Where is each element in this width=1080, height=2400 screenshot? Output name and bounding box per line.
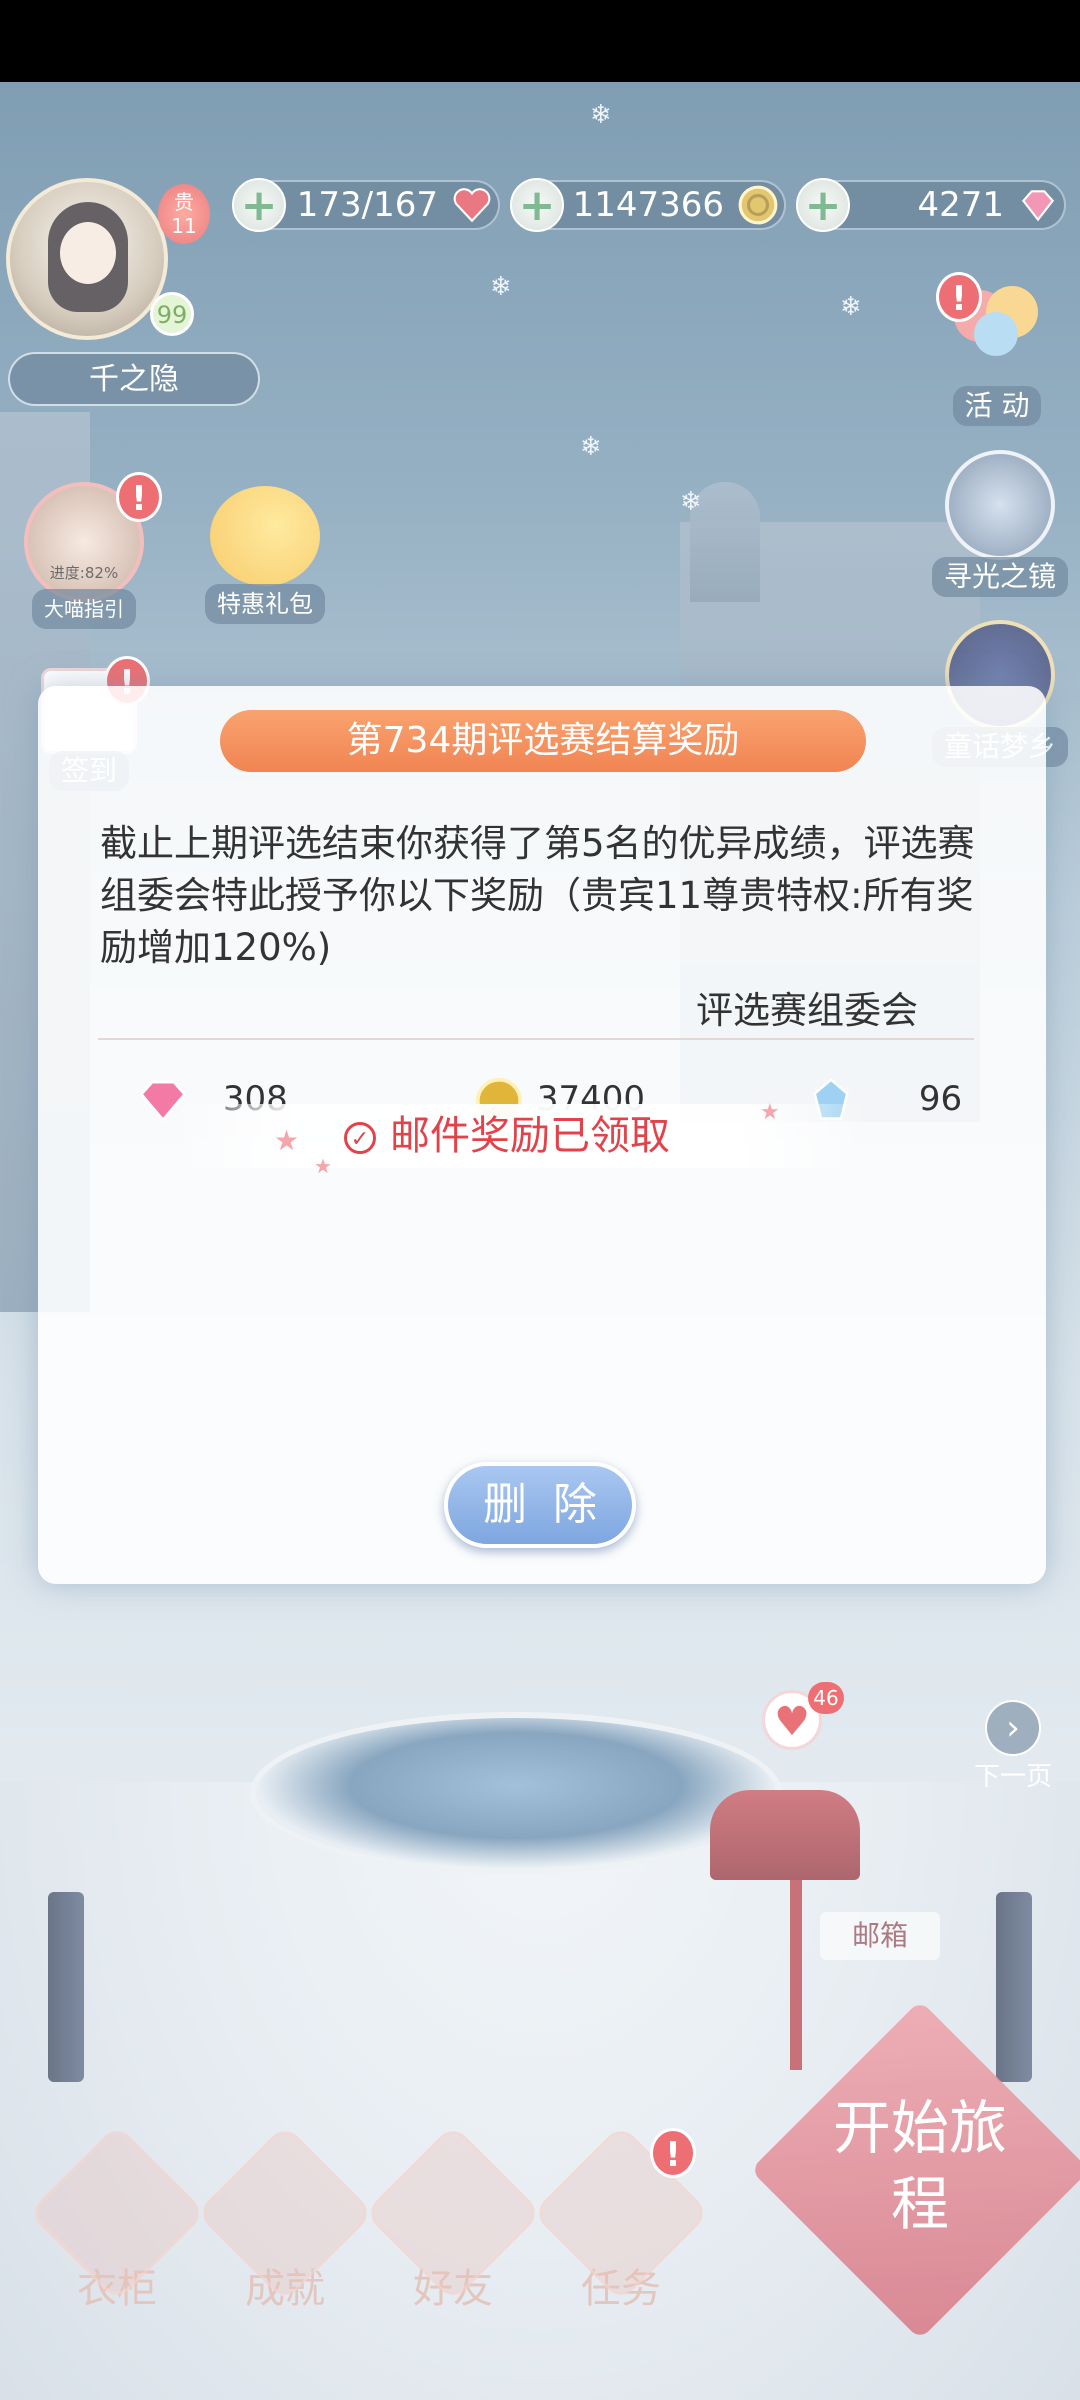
status-bar	[0, 0, 1080, 82]
claimed-status: ✓ 邮件奖励已领取	[344, 1108, 670, 1164]
star-icon: ★	[760, 1100, 780, 1125]
delete-button[interactable]: 删除	[444, 1462, 636, 1548]
divider	[98, 1038, 974, 1040]
star-icon: ★	[274, 1124, 300, 1157]
dialog-title: 第734期评选赛结算奖励	[220, 710, 866, 772]
star-icon: ★	[314, 1154, 332, 1178]
dialog-signature: 评选赛组委会	[696, 989, 918, 1032]
check-icon: ✓	[344, 1122, 376, 1154]
dialog-message: 截止上期评选结束你获得了第5名的优异成绩，评选赛组委会特此授予你以下奖励（贵宾1…	[100, 822, 975, 969]
